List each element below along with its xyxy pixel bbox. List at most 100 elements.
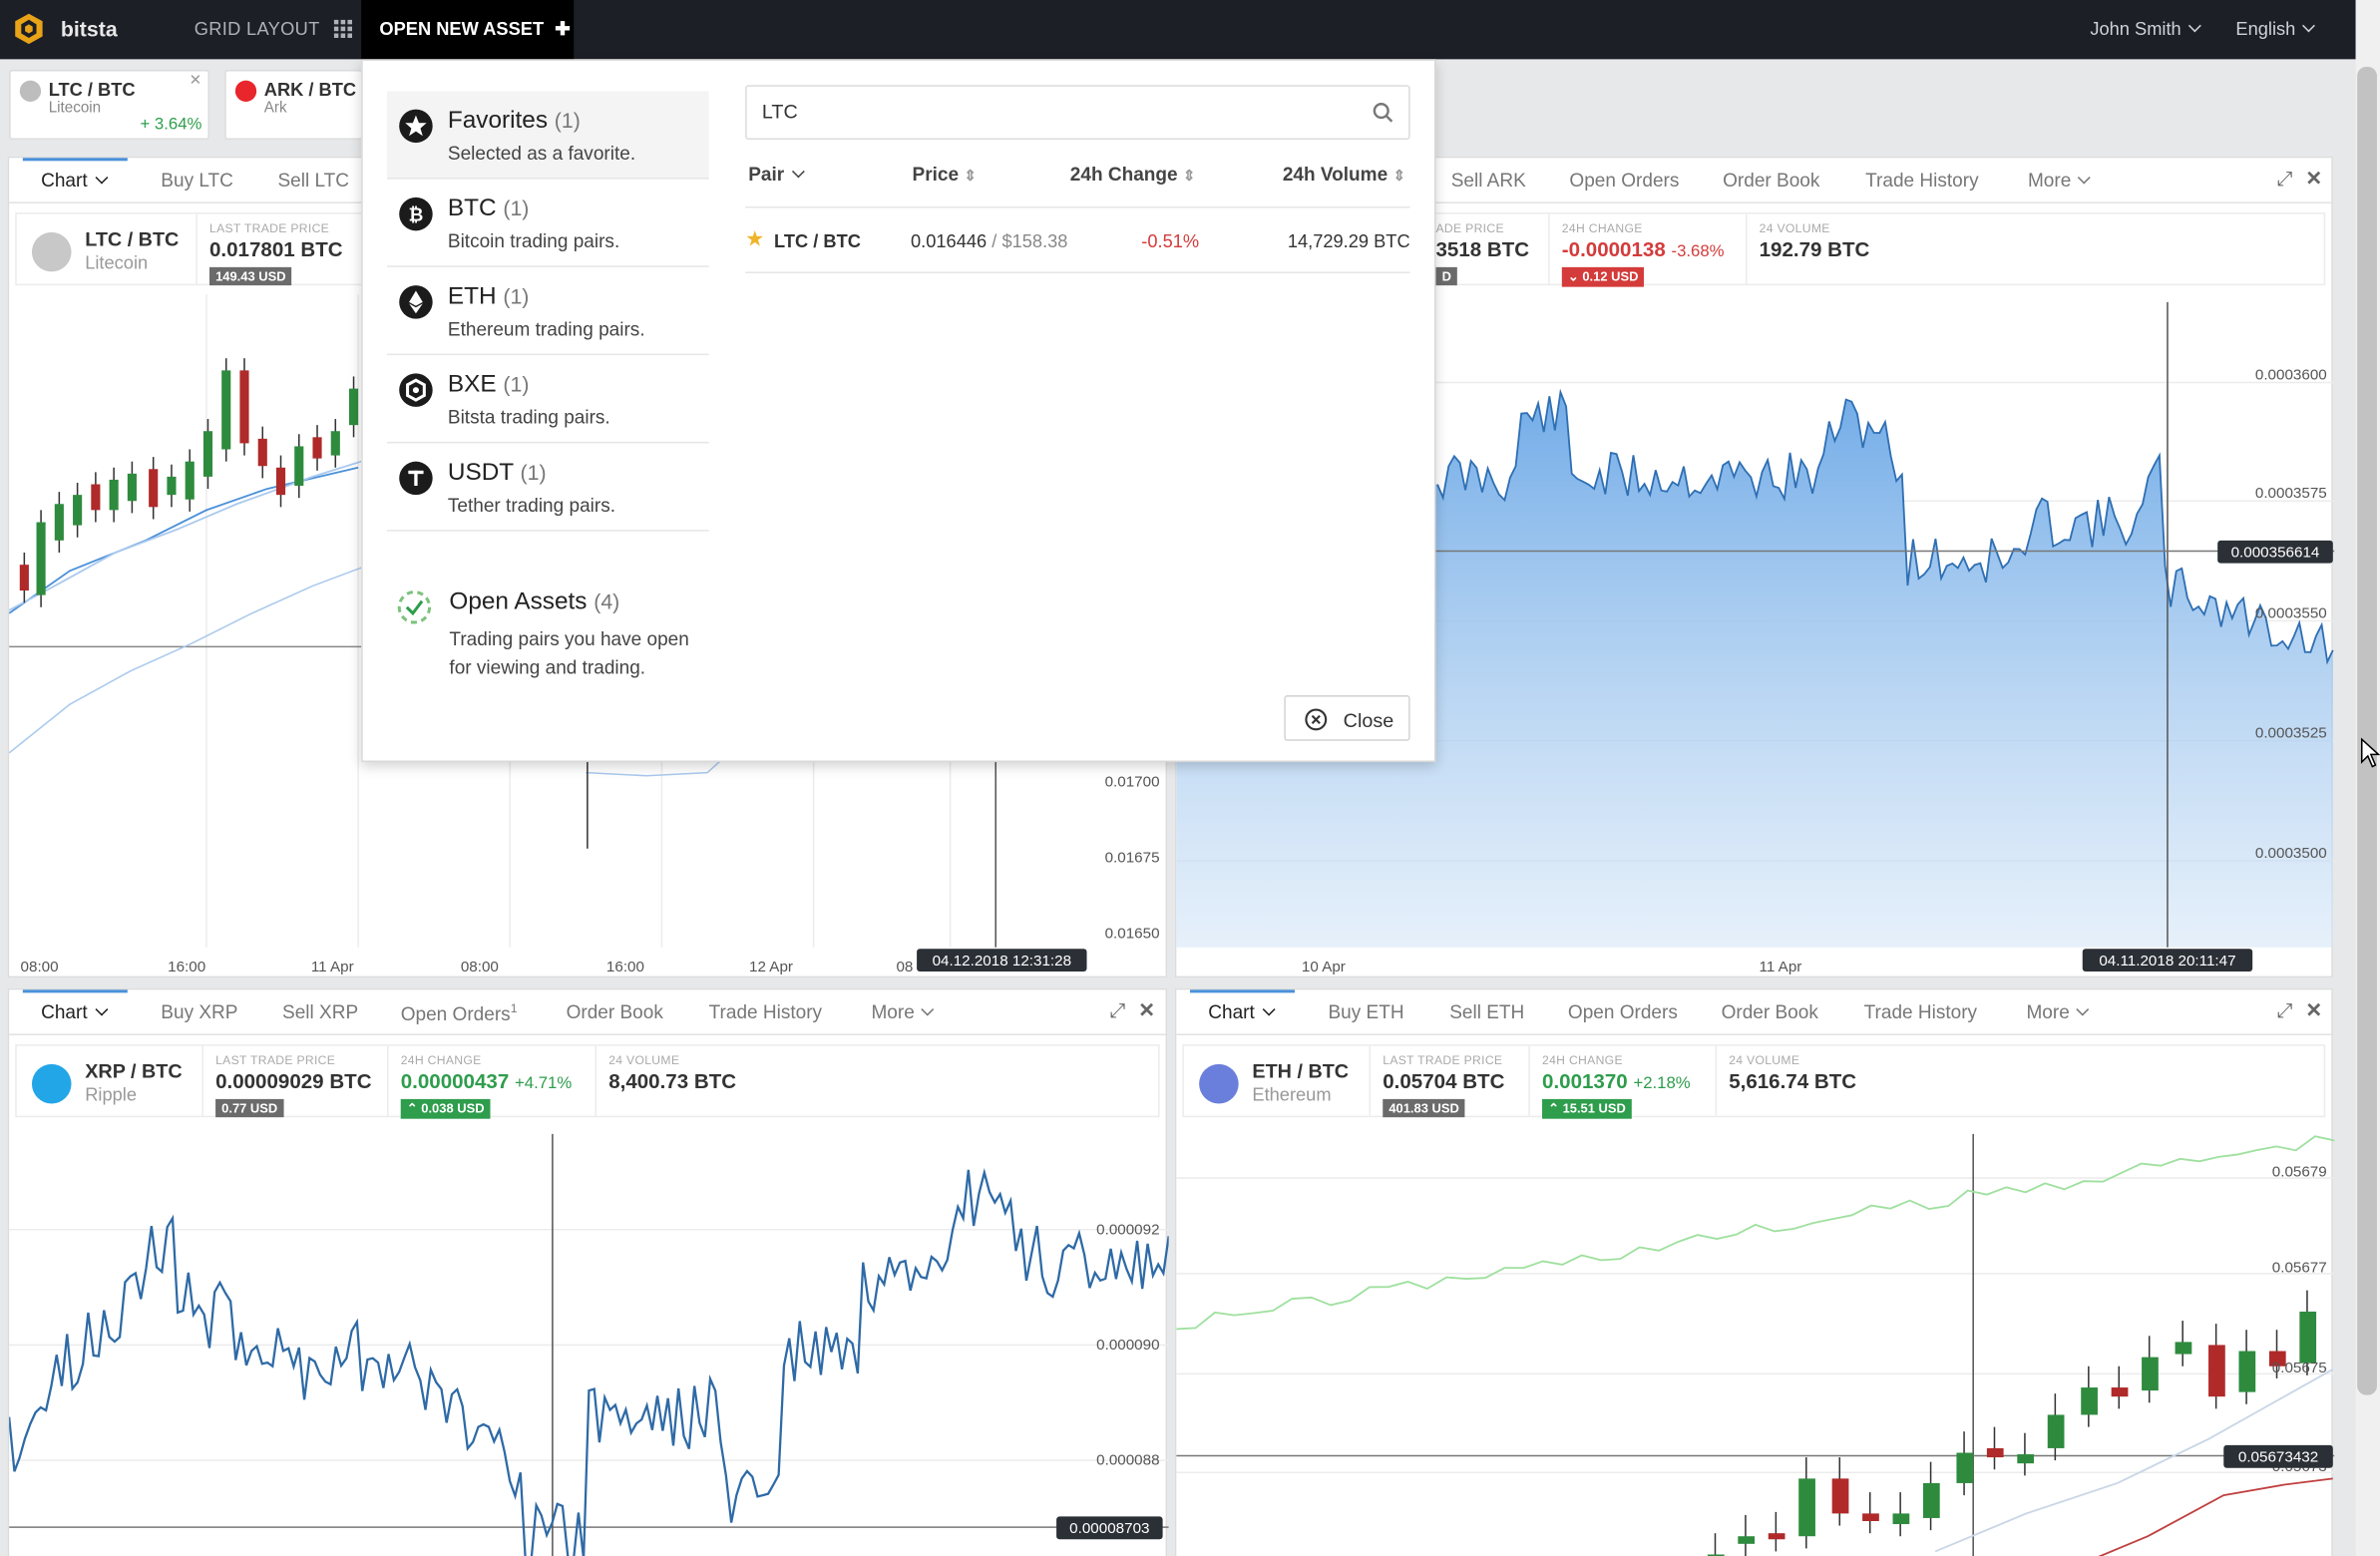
- y-tick-label: 0.01675: [1105, 849, 1160, 866]
- chart-panel-xrp: Chart Buy XRP Sell XRP Open Orders1 Orde…: [7, 987, 1169, 1556]
- sort-icon: ⇕: [1392, 168, 1406, 186]
- moving-average-line: [9, 567, 362, 754]
- candle-body: [275, 467, 286, 496]
- result-price: 0.016446 / $158.38: [911, 230, 1068, 252]
- column-24h-change[interactable]: 24h Change ⇕: [1070, 164, 1196, 185]
- asset-search-input[interactable]: [761, 100, 1340, 124]
- column-24h-volume[interactable]: 24h Volume ⇕: [1283, 164, 1405, 185]
- y-tick-label: 0.000088: [1096, 1452, 1159, 1469]
- candle-body: [1862, 1513, 1879, 1521]
- asset-search-box: [745, 85, 1410, 141]
- asset-tab-ark[interactable]: ARK / BTC Ark: [224, 70, 362, 141]
- candle-body: [185, 461, 195, 500]
- favorite-star-icon[interactable]: ★: [745, 226, 764, 252]
- candle-body: [1831, 1478, 1849, 1514]
- candle-body: [149, 469, 159, 508]
- y-tick-label: 0.05677: [2272, 1259, 2327, 1276]
- candle-body: [1892, 1513, 1910, 1525]
- asset-tab-name: Ark: [263, 100, 287, 118]
- search-icon[interactable]: [1373, 102, 1393, 123]
- star-icon: [399, 109, 433, 144]
- mouse-cursor-icon: [2360, 737, 2380, 768]
- x-tick-label: 08:00: [461, 959, 499, 975]
- bitcoin-icon: ₿: [399, 196, 433, 231]
- candle-body: [127, 473, 137, 502]
- cursor-time-label: 04.11.2018 20:11:47: [2099, 953, 2235, 970]
- bitsta-logo-icon: [15, 13, 43, 45]
- open-new-asset-button[interactable]: OPEN NEW ASSET ✚: [361, 0, 575, 60]
- category-open-assets[interactable]: Open Assets (4) Trading pairs you have o…: [387, 571, 709, 692]
- eth-candlestick-chart[interactable]: 0.056790.056770.056750.056730.05673432: [1176, 989, 2335, 1556]
- candle-body: [330, 431, 340, 456]
- candle-body: [2017, 1454, 2035, 1464]
- close-icon[interactable]: ✕: [190, 73, 202, 90]
- scrollbar-thumb[interactable]: [2357, 66, 2377, 1395]
- column-pair[interactable]: Pair: [748, 164, 805, 186]
- candle-body: [1922, 1482, 1940, 1518]
- result-row[interactable]: ★ LTC / BTC 0.016446 / $158.38 -0.51% 14…: [745, 205, 1410, 273]
- column-price[interactable]: Price ⇕: [913, 164, 978, 185]
- candle-body: [2142, 1357, 2159, 1391]
- candle-body: [1738, 1536, 1756, 1544]
- category-bxe[interactable]: BXE (1) Bitsta trading pairs.: [387, 355, 709, 444]
- chevron-down-icon: [2302, 19, 2316, 33]
- category-favorites[interactable]: Favorites (1) Selected as a favorite.: [387, 91, 709, 180]
- close-circle-icon: [1305, 708, 1328, 731]
- xrp-line-chart[interactable]: 0.000092 0.000090 0.000088 0.00008703: [9, 989, 1169, 1556]
- candle-body: [109, 479, 119, 511]
- y-tick-label: 0.0003600: [2255, 366, 2327, 383]
- candle-body: [2047, 1414, 2065, 1448]
- grid-icon: [333, 19, 353, 39]
- candle-body: [2299, 1311, 2317, 1363]
- candle-body: [348, 388, 359, 426]
- plus-icon: ✚: [555, 18, 571, 40]
- candle-body: [2081, 1387, 2098, 1415]
- candle-body: [54, 504, 64, 541]
- crosshair-value-label: 0.00008703: [1069, 1520, 1149, 1537]
- y-tick-label: 0.0003550: [2255, 604, 2327, 621]
- language-menu[interactable]: English: [2235, 18, 2316, 40]
- result-change: -0.51%: [1141, 230, 1200, 252]
- y-tick-label: 0.0003525: [2255, 725, 2327, 742]
- grid-layout-label: GRID LAYOUT: [194, 18, 320, 40]
- open-new-asset-label: OPEN NEW ASSET: [379, 18, 545, 40]
- candle-body: [2111, 1387, 2129, 1397]
- y-tick-label: 0.01700: [1105, 773, 1160, 790]
- candle-body: [1768, 1533, 1785, 1540]
- bitsta-token-icon: [399, 373, 433, 407]
- candle-body: [167, 476, 177, 496]
- x-tick-label: 16:00: [168, 959, 205, 975]
- x-tick-label: 12 Apr: [749, 959, 793, 975]
- category-btc[interactable]: ₿ BTC (1) Bitcoin trading pairs.: [387, 180, 709, 267]
- brand-name: bitsta: [60, 16, 118, 42]
- svg-text:₿: ₿: [409, 203, 424, 224]
- candle-body: [202, 431, 213, 477]
- candle-body: [73, 495, 83, 526]
- close-button[interactable]: Close: [1284, 695, 1410, 741]
- user-menu[interactable]: John Smith: [2090, 18, 2201, 40]
- y-tick-label: 0.01650: [1105, 926, 1160, 943]
- candle-body: [2238, 1351, 2256, 1392]
- x-tick-label: 16:00: [606, 959, 644, 975]
- y-tick-label: 0.05675: [2272, 1360, 2327, 1376]
- asset-tab-ltc[interactable]: LTC / BTC Litecoin + 3.64% ✕: [9, 70, 209, 141]
- candle-body: [2208, 1345, 2225, 1397]
- grid-layout-menu[interactable]: GRID LAYOUT: [194, 18, 353, 40]
- candle-body: [1986, 1447, 2004, 1458]
- x-tick-label: 10 Apr: [1302, 959, 1346, 975]
- candle-body: [1798, 1478, 1815, 1537]
- category-usdt[interactable]: USDT (1) Tether trading pairs.: [387, 443, 709, 532]
- asset-tab-pair: LTC / BTC: [48, 79, 136, 101]
- top-bar: bitsta GRID LAYOUT OPEN NEW ASSET ✚ John…: [0, 0, 2356, 60]
- cursor-time-label: 04.12.2018 12:31:28: [933, 953, 1071, 970]
- candle-body: [19, 565, 29, 591]
- y-tick-label: 0.0003500: [2255, 845, 2327, 862]
- candle-body: [294, 446, 304, 487]
- crosshair-value-label: 0.05673432: [2238, 1449, 2318, 1466]
- candle-body: [91, 484, 101, 511]
- category-eth[interactable]: ETH (1) Ethereum trading pairs.: [387, 267, 709, 356]
- x-tick-label: 11 Apr: [1760, 959, 1802, 975]
- open-assets-check-icon: [397, 590, 432, 624]
- ethereum-icon: [399, 285, 433, 319]
- candle-body: [36, 522, 46, 595]
